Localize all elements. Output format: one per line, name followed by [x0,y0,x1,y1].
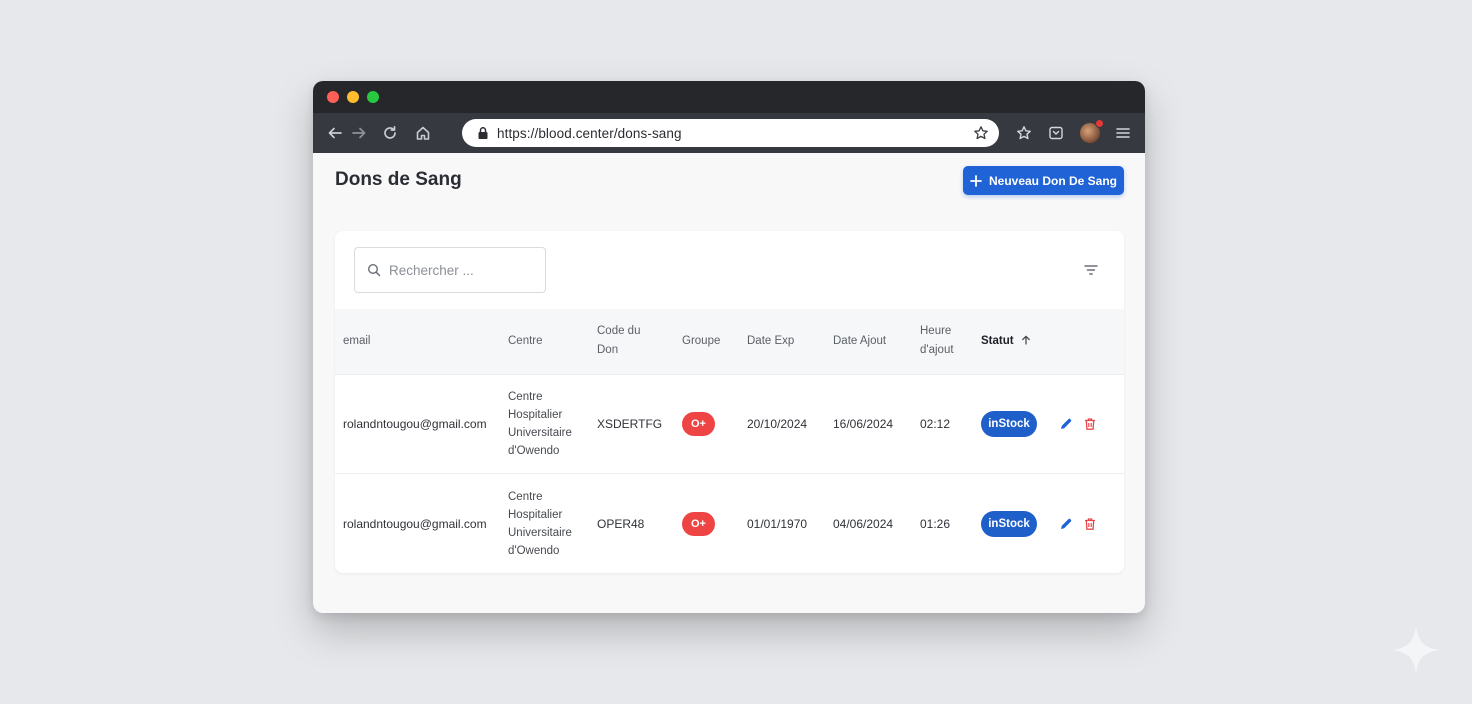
cell-actions [1051,474,1124,574]
search-input[interactable] [389,262,539,278]
donations-table: email Centre Code du Don Groupe Date Exp… [335,309,1124,573]
cell-date-exp: 01/01/1970 [747,516,808,531]
cell-actions [1051,374,1124,474]
blood-group-badge: O+ [682,411,715,436]
menu-icon[interactable] [1112,122,1134,144]
forward-arrow-icon[interactable] [348,122,370,144]
page-content: Dons de Sang Neuveau Don De Sang email [313,153,1145,613]
cell-groupe: O+ [674,474,739,574]
plus-icon [970,174,982,187]
cell-heure: 01:26 [920,516,951,531]
column-header-groupe[interactable]: Groupe [674,309,739,374]
edit-pencil-icon[interactable] [1059,417,1073,431]
trash-icon[interactable] [1083,517,1097,531]
browser-window: https://blood.center/dons-sang Dons de S… [313,81,1145,613]
star-icon[interactable] [1013,122,1035,144]
search-box[interactable] [354,247,546,293]
cell-email: rolandntougou@gmail.com [343,416,487,431]
column-header-email[interactable]: email [335,309,500,374]
cell-date-ajout: 16/06/2024 [833,416,894,431]
cell-code: OPER48 [597,516,645,531]
cell-centre: Centre Hospitalier Universitaire d'Owend… [508,390,572,457]
notification-dot [1095,119,1104,128]
pocket-icon[interactable] [1045,122,1067,144]
home-icon[interactable] [412,122,434,144]
table-header-row: email Centre Code du Don Groupe Date Exp… [335,309,1124,374]
profile-button[interactable] [1079,119,1104,144]
sparkle-icon [1392,626,1440,674]
column-header-statut[interactable]: Statut [973,309,1051,374]
trash-icon[interactable] [1083,417,1097,431]
new-button-label: Neuveau Don De Sang [988,173,1118,188]
table-row: rolandntougou@gmail.com Centre Hospitali… [335,374,1124,474]
cell-statut: inStock [973,474,1051,574]
edit-pencil-icon[interactable] [1059,517,1073,531]
cell-statut: inStock [973,374,1051,474]
column-header-centre[interactable]: Centre [500,309,589,374]
cell-heure: 02:12 [920,416,951,431]
cell-code: XSDERTFG [597,416,663,431]
cell-email: rolandntougou@gmail.com [343,516,487,531]
blood-group-badge: O+ [682,511,715,536]
title-bar [313,81,1145,113]
column-header-code[interactable]: Code du Don [589,309,674,374]
new-blood-donation-button[interactable]: Neuveau Don De Sang [963,166,1124,195]
cell-groupe: O+ [674,374,739,474]
column-header-actions [1051,309,1124,374]
sort-up-arrow-icon [1021,335,1030,345]
lock-icon [478,127,488,139]
status-badge: inStock [981,410,1037,437]
cell-date-exp: 20/10/2024 [747,416,808,431]
minimize-window-button[interactable] [347,91,359,103]
page-title: Dons de Sang [335,169,462,190]
back-arrow-icon[interactable] [324,122,346,144]
cell-date-ajout: 04/06/2024 [833,516,894,531]
table-row: rolandntougou@gmail.com Centre Hospitali… [335,473,1124,574]
cell-centre: Centre Hospitalier Universitaire d'Owend… [508,490,572,557]
browser-toolbar: https://blood.center/dons-sang [313,113,1145,153]
maximize-window-button[interactable] [367,91,379,103]
column-header-heure[interactable]: Heure d'ajout [912,309,973,374]
filter-icon[interactable] [1083,262,1099,278]
close-window-button[interactable] [327,91,339,103]
status-badge: inStock [981,510,1037,537]
avatar [1080,119,1104,143]
column-header-date-ajout[interactable]: Date Ajout [825,309,912,374]
reload-icon[interactable] [379,122,401,144]
url-text: https://blood.center/dons-sang [497,125,682,141]
search-icon [367,263,381,277]
bookmark-star-icon[interactable] [973,125,989,141]
column-header-date-exp[interactable]: Date Exp [739,309,825,374]
address-bar[interactable]: https://blood.center/dons-sang [462,119,999,147]
donations-card: email Centre Code du Don Groupe Date Exp… [335,231,1124,573]
